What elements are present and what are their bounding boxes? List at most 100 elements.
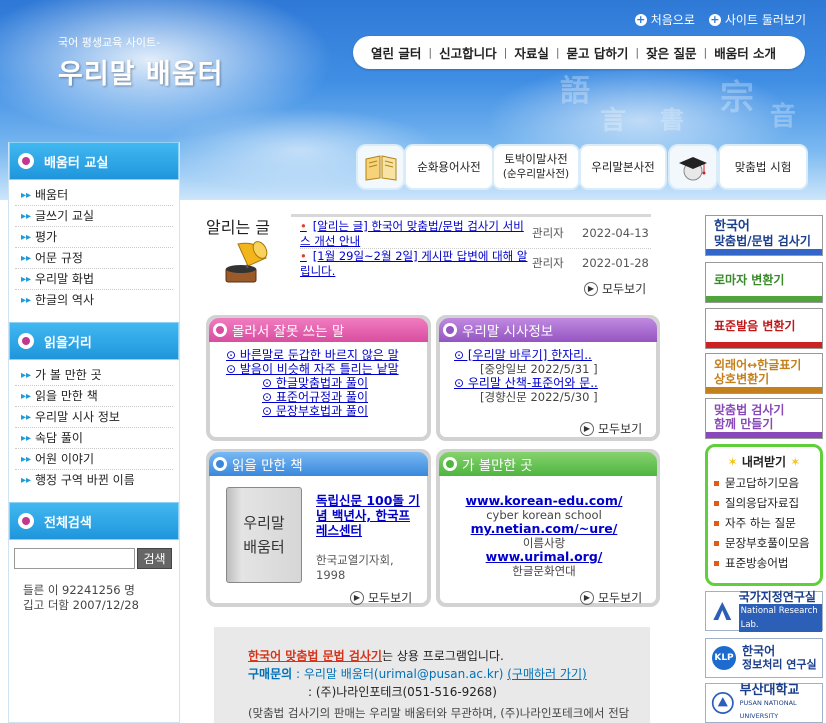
- arrow-icon: ▸▸: [21, 210, 32, 222]
- sidebar-item-hangul-history[interactable]: ▸▸ 한글의 역사: [15, 290, 173, 311]
- native-word-dictionary-button[interactable]: 토박이말사전 (순우리말사전): [494, 146, 578, 188]
- sidebar-item-label: 우리말 시사 정보: [35, 409, 120, 424]
- site-link[interactable]: my.netian.com/~ure/: [440, 522, 648, 536]
- sidebar-item-proverbs[interactable]: ▸▸ 속담 풀이: [15, 428, 173, 449]
- btn-line1: 외래어↔한글표기: [714, 358, 802, 372]
- site-link[interactable]: www.korean-edu.com/: [440, 494, 648, 508]
- arrow-icon: ▸▸: [21, 252, 32, 264]
- btn-line1: 맞춤법 검사기: [714, 403, 785, 417]
- purchase-contact: 우리말 배움터(urimal@pusan.ac.kr): [303, 667, 504, 681]
- book-title-link[interactable]: 독립신문 100돌 기념 백년사, 한국프레스센터: [316, 493, 420, 538]
- download-item[interactable]: 자주 하는 질문: [714, 513, 820, 533]
- arrow-icon: ▸▸: [21, 189, 32, 201]
- sidebar-item-evaluation[interactable]: ▸▸ 평가: [15, 227, 173, 248]
- last-updated: 깁고 더함 2007/12/28: [23, 598, 139, 612]
- sidebar-item-label: 평가: [35, 229, 58, 244]
- checker-collab-button[interactable]: 맞춤법 검사기 함께 만들기: [705, 398, 823, 439]
- book-icon: [358, 146, 403, 188]
- arrow-icon: ▸▸: [21, 475, 32, 486]
- site-name: cyber korean school: [486, 508, 602, 522]
- logo-line2: PUSAN NATIONAL UNIVERSITY: [739, 698, 797, 720]
- news-source: [중앙일보 2022/5/31 ]: [480, 362, 598, 376]
- purchase-link[interactable]: (구매하러 가기): [507, 667, 586, 681]
- places-box-header: 가 볼만한 곳: [439, 452, 657, 476]
- left-sidebar: 배움터 교실 ▸▸ 배움터 ▸▸ 글쓰기 교실 ▸▸ 평가 ▸▸ 어문 규정 ▸▸ 우리말…: [8, 142, 180, 723]
- logo-line1: 부산대학교: [739, 682, 800, 698]
- notice-more-link[interactable]: ▶ 모두보기: [584, 280, 646, 297]
- plus-circle-icon: +: [634, 12, 647, 26]
- sidebar-item-region-names[interactable]: ▸▸ 행정 구역 바뀐 이름: [15, 470, 173, 491]
- sitemap-link[interactable]: + 사이트 둘러보기: [708, 11, 806, 28]
- mistakes-link[interactable]: ⊙ 표준어규정과 풀이: [226, 390, 427, 404]
- site-name: 이름사랑: [522, 536, 566, 550]
- sidebar-item-news[interactable]: ▸▸ 우리말 시사 정보: [15, 407, 173, 428]
- sitemap-link-label: 사이트 둘러보기: [724, 13, 806, 27]
- places-more-link[interactable]: ▶ 모두보기: [580, 589, 642, 606]
- mistakes-link[interactable]: ⊙ 바른말로 둔갑한 바르지 않은 말: [226, 348, 427, 362]
- nav-resources[interactable]: 자료실: [514, 43, 549, 62]
- national-research-lab-logo[interactable]: 국가지정연구실 National Research Lab.: [705, 590, 823, 632]
- spelling-test-button[interactable]: 맞춤법 시험: [720, 146, 806, 188]
- sidebar-item-places[interactable]: ▸▸ 가 볼 만한 곳: [15, 365, 173, 386]
- korean-nlp-lab-logo[interactable]: KLP 한국어 정보처리 연구실: [705, 638, 823, 678]
- nav-open-board[interactable]: 열린 글터: [371, 43, 421, 62]
- sidebar-item-language-rules[interactable]: ▸▸ 어문 규정: [15, 248, 173, 269]
- grammar-dictionary-button[interactable]: 우리말본사전: [581, 146, 665, 188]
- logo-line2: National Research Lab.: [738, 604, 822, 632]
- sidebar-item-learning[interactable]: ▸▸ 배움터: [15, 185, 173, 206]
- pusan-university-logo[interactable]: 부산대학교 PUSAN NATIONAL UNIVERSITY: [705, 683, 823, 723]
- grammar-checker-button[interactable]: 한국어 맞춤법/문법 검사기: [705, 215, 823, 256]
- pronunciation-button[interactable]: 표준발음 변환기: [705, 308, 823, 349]
- notice-divider: [291, 214, 651, 217]
- notice-row[interactable]: • [알리는 글] 한국어 맞춤법/문법 검사기 서비스 개선 안내 관리자 20…: [300, 219, 651, 249]
- nav-about[interactable]: 배움터 소개: [714, 43, 776, 62]
- romanization-button[interactable]: 로마자 변환기: [705, 262, 823, 303]
- nav-faq[interactable]: 잦은 질문: [646, 43, 696, 62]
- arrow-circle-icon: ▶: [584, 281, 598, 296]
- loanword-converter-button[interactable]: 외래어↔한글표기 상호변환기: [705, 353, 823, 394]
- star-icon: ✶: [790, 455, 801, 469]
- notice-date: 2022-04-13: [582, 226, 649, 240]
- notice-title-link[interactable]: • [알리는 글] 한국어 맞춤법/문법 검사기 서비스 개선 안내: [300, 219, 532, 249]
- page: 語 言 宗 書 音 국어 평생교육 사이트- 우리말 배움터 + 처음으로 + 사이…: [0, 0, 826, 723]
- mistakes-link[interactable]: ⊙ 한글맞춤법과 풀이: [226, 376, 427, 390]
- mistakes-box-header: 몰라서 잘못 쓰는 말: [209, 318, 428, 342]
- klp-emblem-icon: KLP: [712, 646, 736, 670]
- university-emblem-icon: [711, 692, 734, 714]
- nav-qna[interactable]: 묻고 답하기: [567, 43, 629, 62]
- notice-title-link[interactable]: • [1월 29일~2월 2일] 게시판 답변에 대해 알립니다.: [300, 249, 532, 279]
- sidebar-item-books[interactable]: ▸▸ 읽을 만한 책: [15, 386, 173, 407]
- arrow-icon: ▸▸: [21, 432, 32, 444]
- banner-decoration: 音: [770, 102, 797, 132]
- search-button[interactable]: 검색: [137, 548, 172, 569]
- mistakes-link[interactable]: ⊙ 문장부호법과 풀이: [226, 404, 427, 418]
- news-more-link[interactable]: ▶ 모두보기: [580, 420, 642, 437]
- site-link[interactable]: www.urimal.org/: [440, 550, 648, 564]
- graduation-cap-icon: [670, 146, 716, 188]
- nav-report[interactable]: 신고합니다: [439, 43, 497, 62]
- news-link[interactable]: ⊙ 우리말 산책-표준어와 문..: [454, 376, 656, 390]
- checker-link[interactable]: 한국어 맞춤법 문법 검사기: [248, 649, 382, 663]
- bullet-icon: [213, 323, 227, 337]
- bullet-icon: [443, 323, 457, 337]
- download-item[interactable]: 묻고답하기모음: [714, 473, 820, 493]
- download-item[interactable]: 문장부호풀이모음: [714, 533, 820, 553]
- sidebar-item-speech[interactable]: ▸▸ 우리말 화법: [15, 269, 173, 290]
- mistakes-link[interactable]: ⊙ 발음이 비슷해 자주 틀리는 낱말: [226, 362, 427, 376]
- site-logo-title[interactable]: 우리말 배움터: [58, 52, 223, 91]
- notice-row[interactable]: • [1월 29일~2월 2일] 게시판 답변에 대해 알립니다. 관리자 202…: [300, 248, 651, 278]
- search-input[interactable]: [14, 548, 135, 569]
- download-item[interactable]: 표준방송어법: [714, 553, 820, 573]
- arrow-circle-icon: ▶: [580, 590, 594, 605]
- sidebar-item-etymology[interactable]: ▸▸ 어원 이야기: [15, 449, 173, 470]
- more-label: 모두보기: [598, 591, 643, 605]
- download-item[interactable]: 질의응답자료집: [714, 493, 820, 513]
- news-box-header: 우리말 시사정보: [439, 318, 657, 342]
- refined-term-dictionary-button[interactable]: 순화용어사전: [406, 146, 492, 188]
- books-more-link[interactable]: ▶ 모두보기: [350, 589, 412, 606]
- home-link[interactable]: + 처음으로: [634, 11, 695, 28]
- square-bullet-icon: [714, 500, 719, 506]
- sidebar-item-writing[interactable]: ▸▸ 글쓰기 교실: [15, 206, 173, 227]
- mistakes-box: 몰라서 잘못 쓰는 말 ⊙ 바른말로 둔갑한 바르지 않은 말 ⊙ 발음이 비슷…: [206, 315, 431, 441]
- news-link[interactable]: ⊙ [우리말 바루기] 한자리..: [454, 348, 656, 362]
